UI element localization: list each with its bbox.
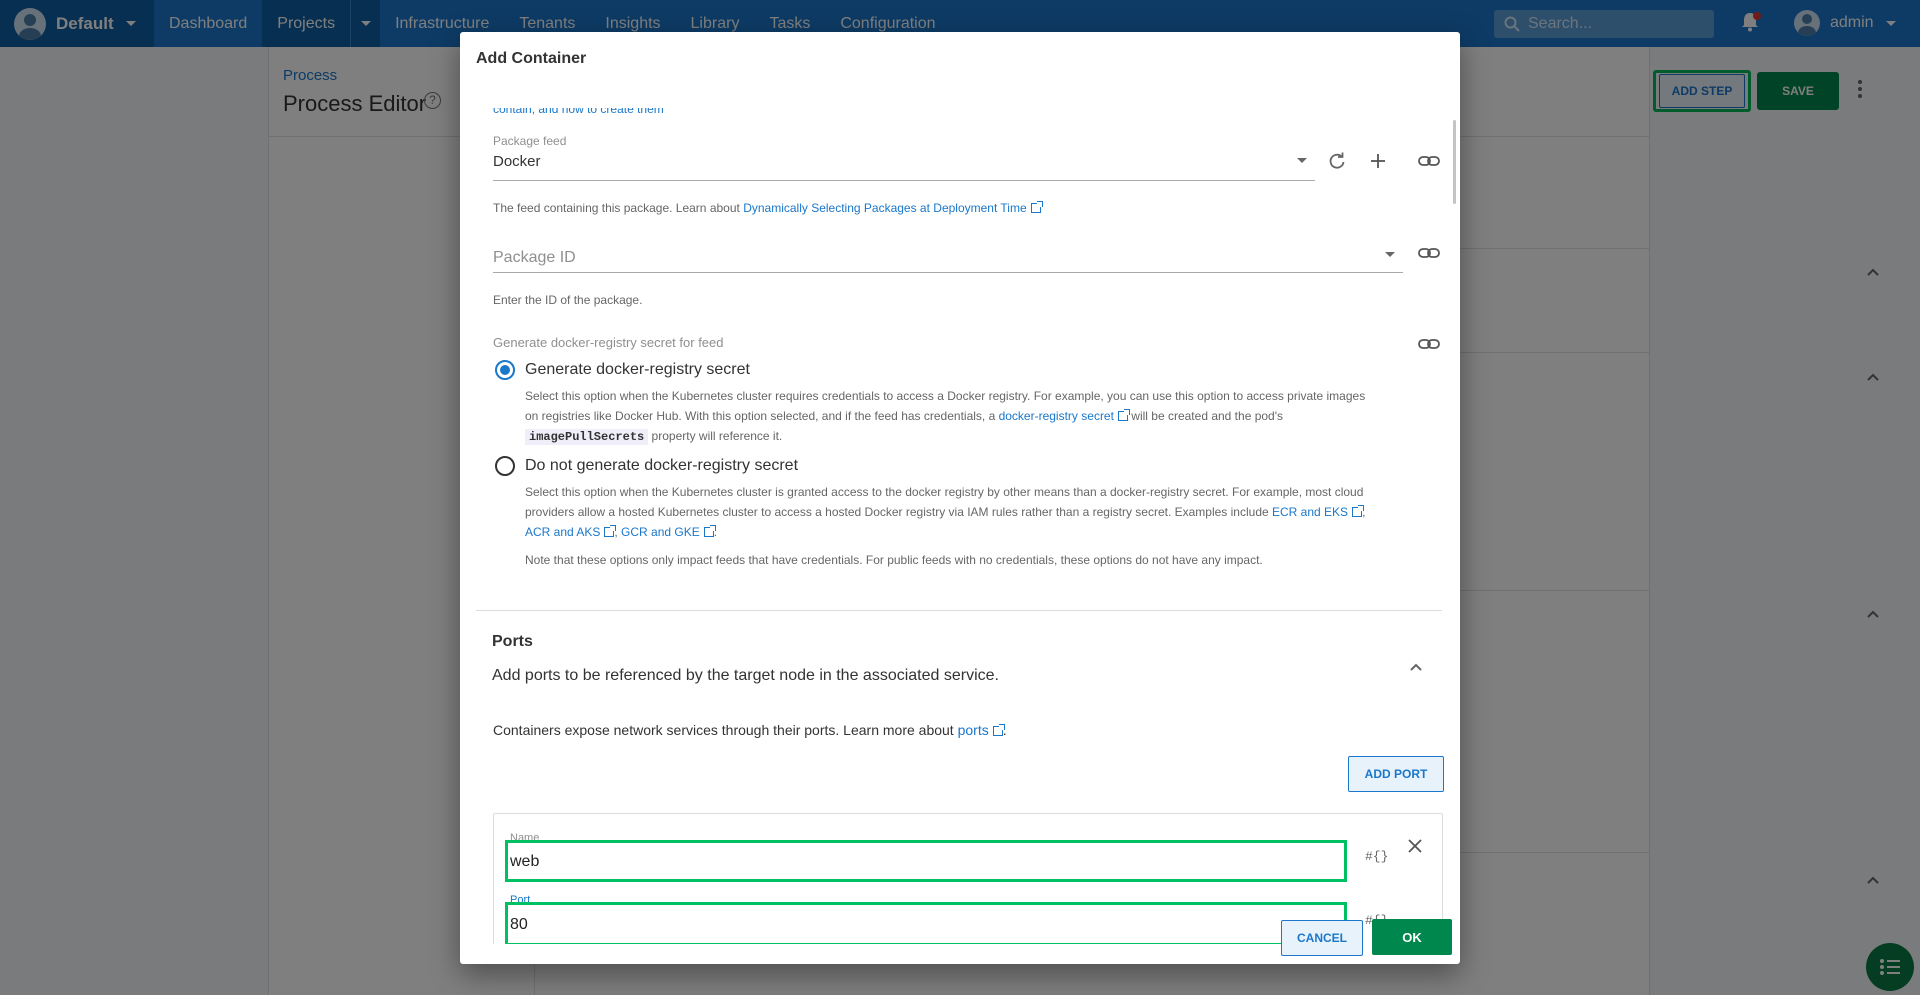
port-number-input[interactable] (505, 902, 1347, 944)
no-secret-desc: Select this option when the Kubernetes c… (525, 485, 1366, 539)
add-icon[interactable] (1369, 152, 1387, 170)
chevron-down-icon[interactable] (1385, 252, 1395, 257)
ok-button[interactable]: OK (1372, 919, 1452, 955)
no-secret-label[interactable]: Do not generate docker-registry secret (525, 457, 798, 475)
package-id-input[interactable]: Package ID (493, 249, 576, 267)
package-id-underline (493, 272, 1403, 273)
chevron-down-icon[interactable] (1297, 158, 1307, 163)
registry-secret-label: Generate docker-registry secret for feed (493, 335, 724, 350)
dialog-body: contain, and how to create them Package … (460, 82, 1460, 944)
package-feed-underline (493, 180, 1315, 181)
port-number-value: 80 (510, 916, 528, 933)
generate-secret-label[interactable]: Generate docker-registry secret (525, 361, 750, 379)
external-link-icon (604, 525, 617, 537)
ports-help: Containers expose network services throu… (493, 722, 1007, 738)
link-icon[interactable] (1418, 246, 1440, 260)
section-divider (476, 610, 1442, 611)
acr-aks-link[interactable]: ACR and AKS (525, 525, 600, 539)
gcr-gke-link[interactable]: GCR and GKE (621, 525, 700, 539)
chevron-up-icon[interactable] (1409, 660, 1423, 674)
refresh-icon[interactable] (1328, 152, 1346, 170)
port-name-value: web (510, 853, 540, 870)
link-icon[interactable] (1418, 154, 1440, 168)
ports-link[interactable]: ports (958, 722, 989, 738)
close-icon[interactable] (1407, 838, 1423, 854)
external-link-icon (1030, 201, 1043, 213)
package-feed-help: The feed containing this package. Learn … (493, 198, 1043, 218)
add-container-dialog: Add Container contain, and how to create… (460, 32, 1460, 964)
dynamic-packages-link[interactable]: Dynamically Selecting Packages at Deploy… (743, 201, 1026, 215)
external-link-icon (1117, 409, 1130, 421)
external-link-icon (1352, 505, 1365, 517)
cancel-button[interactable]: CANCEL (1281, 920, 1363, 956)
package-feed-value[interactable]: Docker (493, 153, 541, 170)
ports-description: Add ports to be referenced by the target… (492, 667, 999, 684)
add-port-button[interactable]: ADD PORT (1348, 756, 1444, 792)
external-link-icon (992, 724, 1005, 736)
external-link-icon (703, 525, 716, 537)
port-name-input[interactable] (505, 840, 1347, 882)
generate-secret-desc: Select this option when the Kubernetes c… (525, 389, 1366, 445)
package-feed-label: Package feed (493, 134, 567, 148)
truncated-help-link[interactable]: contain, and how to create them (493, 108, 664, 116)
package-id-help: Enter the ID of the package. (493, 293, 643, 307)
link-icon[interactable] (1418, 337, 1440, 351)
docker-registry-secret-link[interactable]: docker-registry secret (999, 409, 1114, 423)
dialog-title: Add Container (476, 50, 587, 67)
registry-note: Note that these options only impact feed… (525, 553, 1263, 567)
image-pull-secrets-code: imagePullSecrets (525, 429, 649, 445)
generate-secret-radio[interactable] (495, 360, 515, 380)
ports-title: Ports (492, 633, 533, 650)
no-secret-radio[interactable] (495, 456, 515, 476)
variable-binding-icon[interactable]: #{} (1365, 849, 1388, 864)
ecr-eks-link[interactable]: ECR and EKS (1272, 505, 1348, 519)
